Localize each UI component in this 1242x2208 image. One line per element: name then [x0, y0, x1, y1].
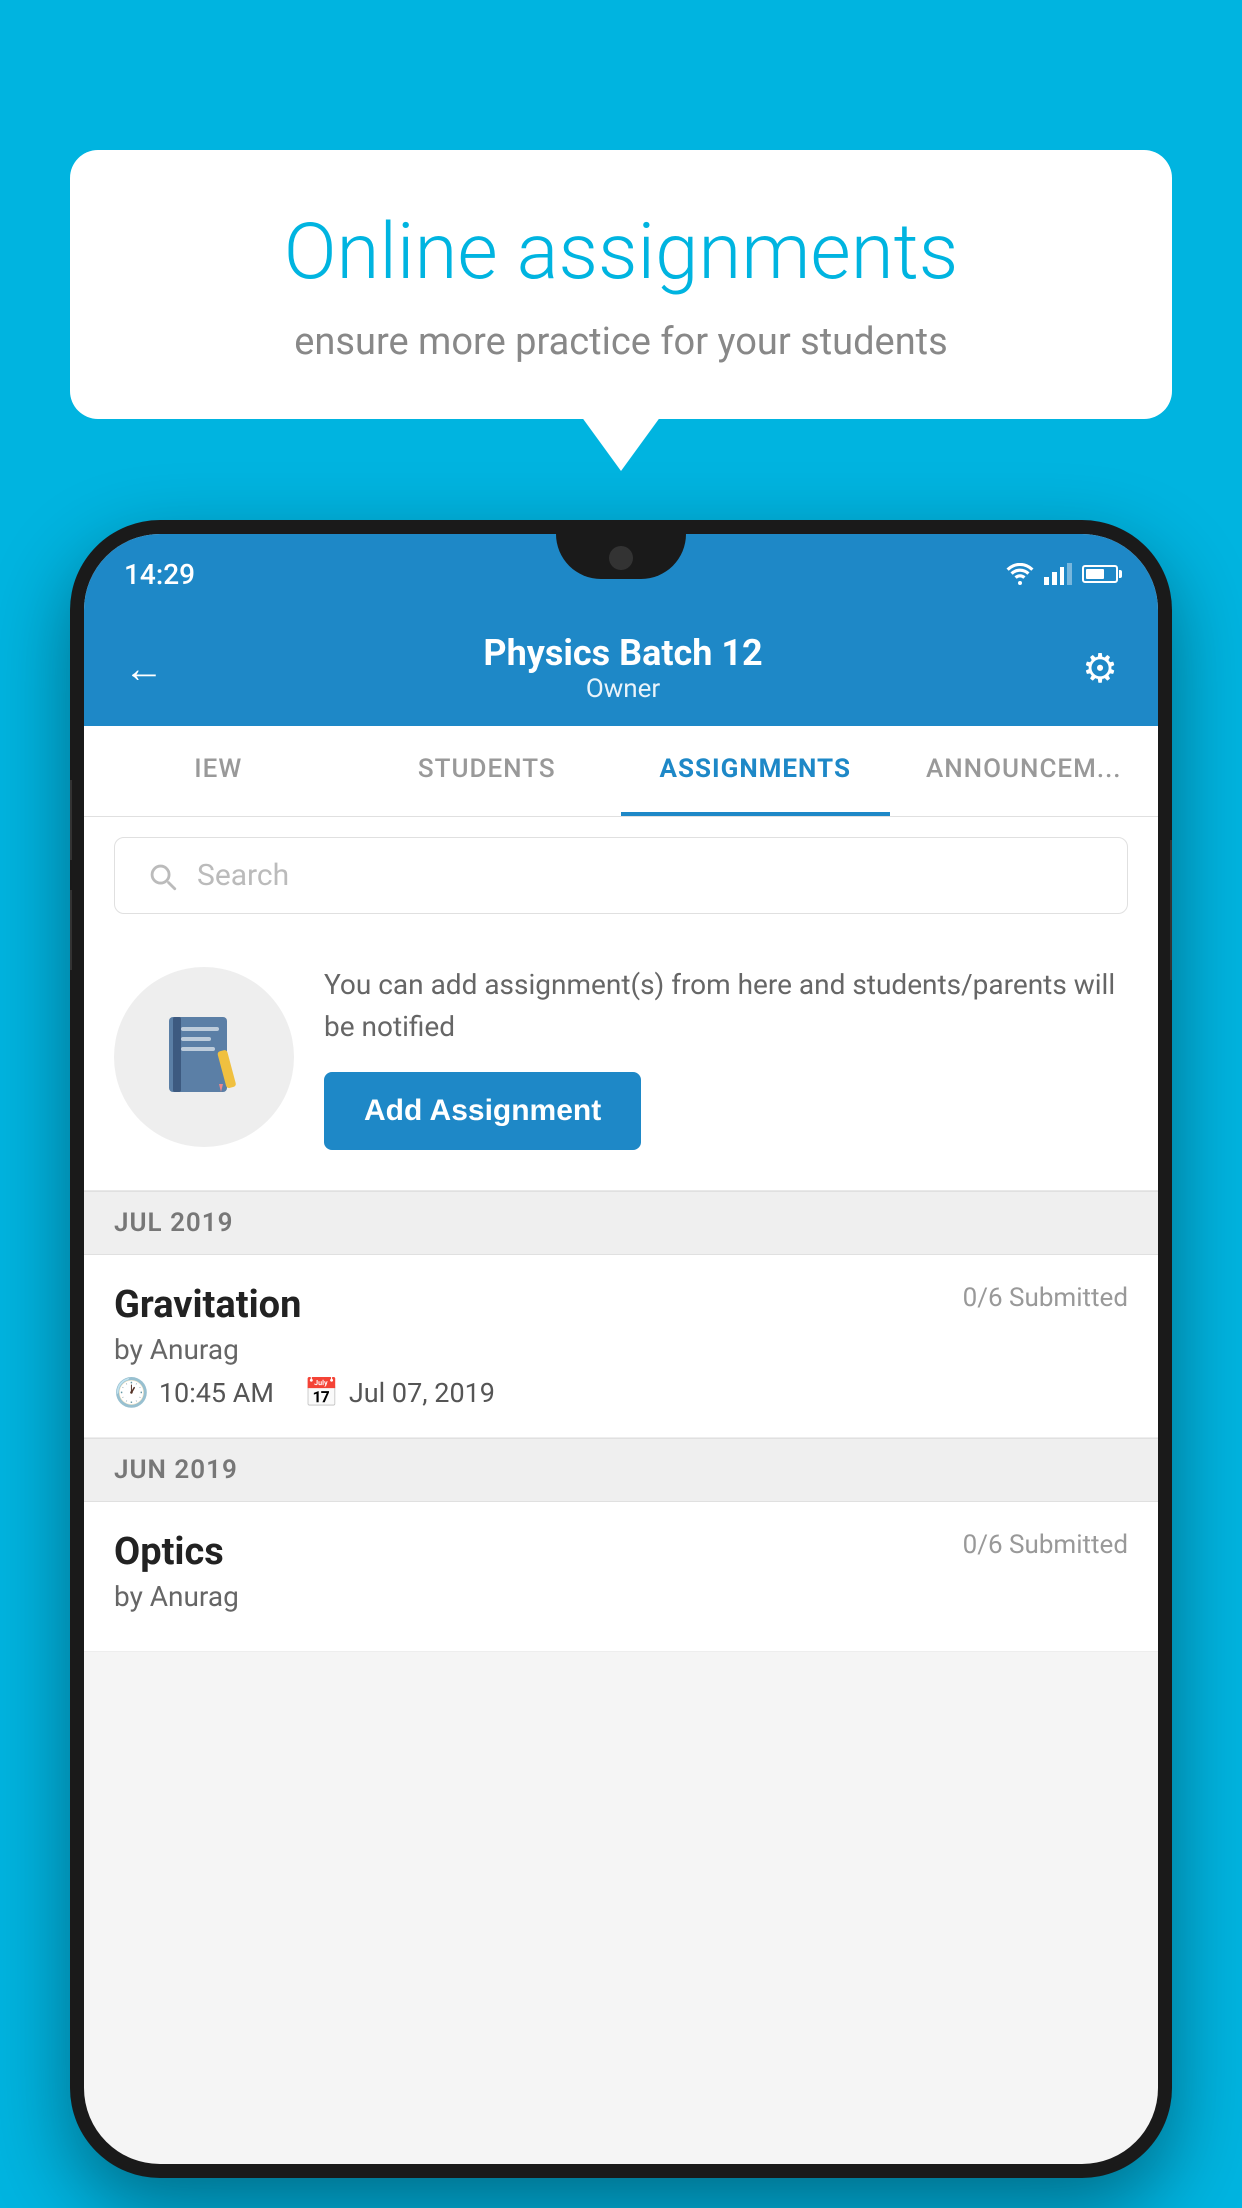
- settings-button[interactable]: ⚙: [1082, 645, 1118, 692]
- tab-assignments[interactable]: ASSIGNMENTS: [621, 726, 890, 816]
- tab-announcements[interactable]: ANNOUNCEM...: [890, 726, 1159, 816]
- speech-bubble-container: Online assignments ensure more practice …: [70, 150, 1172, 419]
- side-button-vol-down: [70, 890, 72, 970]
- section-header-jul: JUL 2019: [84, 1191, 1158, 1255]
- header-subtitle: Owner: [483, 674, 762, 704]
- side-button-vol-up: [70, 780, 72, 860]
- speech-bubble-title: Online assignments: [140, 210, 1102, 296]
- search-icon: [145, 859, 179, 893]
- phone-frame: 14:29: [70, 520, 1172, 2178]
- notebook-icon: [159, 1012, 249, 1102]
- tab-students[interactable]: STUDENTS: [353, 726, 622, 816]
- tabs-bar: IEW STUDENTS ASSIGNMENTS ANNOUNCEM...: [84, 726, 1158, 817]
- assignment-time-text: 10:45 AM: [159, 1377, 274, 1409]
- signal-icon: [1044, 563, 1072, 585]
- clock-icon: 🕐: [114, 1376, 149, 1409]
- assignment-submitted: 0/6 Submitted: [963, 1283, 1128, 1313]
- status-bar: 14:29: [84, 534, 1158, 614]
- app-header: ← Physics Batch 12 Owner ⚙: [84, 614, 1158, 726]
- status-icons: [1006, 563, 1118, 585]
- header-title: Physics Batch 12: [483, 632, 762, 674]
- assignment-name-optics: Optics: [114, 1530, 224, 1574]
- back-button[interactable]: ←: [124, 645, 164, 692]
- phone-screen: 14:29: [84, 534, 1158, 2164]
- assignment-meta: 🕐 10:45 AM 📅 Jul 07, 2019: [114, 1376, 1128, 1409]
- search-bar[interactable]: Search: [114, 837, 1128, 914]
- assignment-date-text: Jul 07, 2019: [349, 1377, 495, 1409]
- speech-bubble: Online assignments ensure more practice …: [70, 150, 1172, 419]
- header-title-area: Physics Batch 12 Owner: [483, 632, 762, 704]
- assignment-by: by Anurag: [114, 1333, 1128, 1366]
- battery-fill: [1086, 569, 1104, 579]
- battery-icon: [1082, 565, 1118, 583]
- search-bar-container: Search: [84, 817, 1158, 934]
- side-button-power: [1170, 840, 1172, 980]
- wifi-icon: [1006, 563, 1034, 585]
- assignment-time: 🕐 10:45 AM: [114, 1376, 274, 1409]
- camera-icon: [609, 546, 633, 570]
- promo-card: You can add assignment(s) from here and …: [84, 934, 1158, 1191]
- status-time: 14:29: [124, 558, 195, 591]
- tab-iew[interactable]: IEW: [84, 726, 353, 816]
- section-header-jun: JUN 2019: [84, 1438, 1158, 1502]
- add-assignment-button[interactable]: Add Assignment: [324, 1072, 641, 1150]
- notch-cutout: [556, 534, 686, 579]
- assignment-name: Gravitation: [114, 1283, 301, 1327]
- assignment-by-optics: by Anurag: [114, 1580, 1128, 1613]
- assignment-date: 📅 Jul 07, 2019: [304, 1376, 495, 1409]
- calendar-icon: 📅: [304, 1376, 339, 1409]
- assignment-top-row: Gravitation 0/6 Submitted: [114, 1283, 1128, 1327]
- promo-description: You can add assignment(s) from here and …: [324, 964, 1128, 1048]
- speech-bubble-subtitle: ensure more practice for your students: [140, 320, 1102, 364]
- assignment-item-optics[interactable]: Optics 0/6 Submitted by Anurag: [84, 1502, 1158, 1652]
- assignment-item-gravitation[interactable]: Gravitation 0/6 Submitted by Anurag 🕐 10…: [84, 1255, 1158, 1438]
- assignment-top-row-optics: Optics 0/6 Submitted: [114, 1530, 1128, 1574]
- promo-icon-circle: [114, 967, 294, 1147]
- assignment-submitted-optics: 0/6 Submitted: [963, 1530, 1128, 1560]
- search-placeholder: Search: [197, 858, 289, 893]
- promo-content: You can add assignment(s) from here and …: [324, 964, 1128, 1150]
